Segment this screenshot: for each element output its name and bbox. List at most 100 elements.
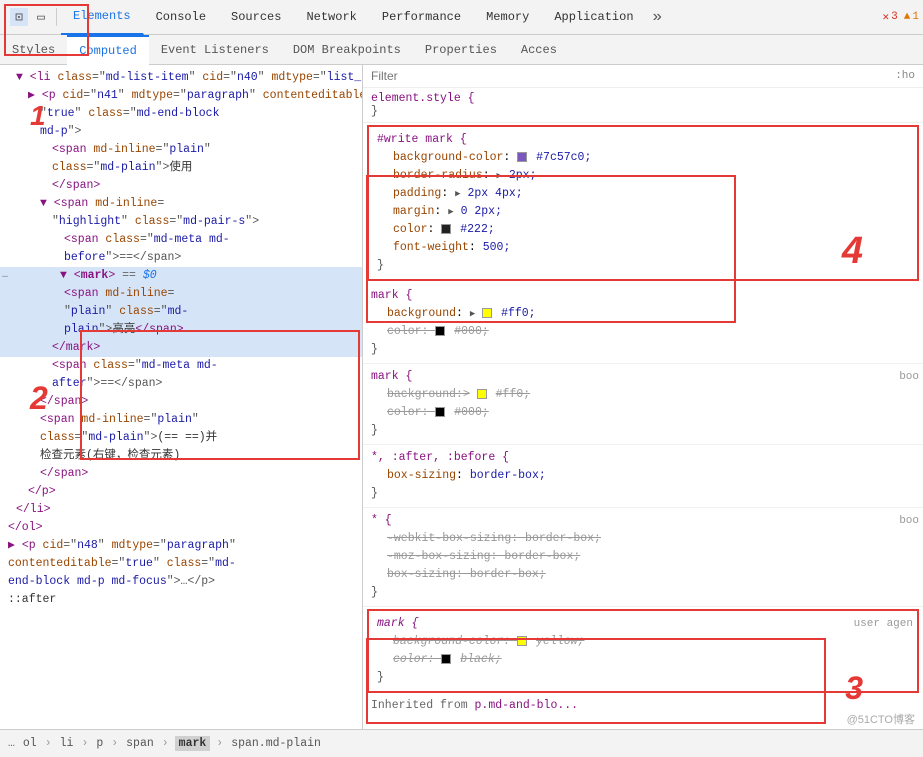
dom-line[interactable]: "plain" class="md- (0, 303, 362, 321)
breadcrumb-span[interactable]: span (124, 737, 156, 750)
dom-line[interactable]: ▼ <span md-inline= (0, 195, 362, 213)
element-style-block: element.style { } (363, 88, 923, 123)
tab-sources[interactable]: Sources (219, 0, 294, 35)
subtabs: Styles Computed Event Listeners DOM Brea… (0, 35, 923, 65)
triangle-padding[interactable]: ▶ (455, 185, 460, 203)
dom-line[interactable]: class="md-plain">(== ==)并 (0, 429, 362, 447)
dom-line[interactable]: 检查元素(右键，检查元素) (0, 447, 362, 465)
watermark: @51CTO博客 (847, 711, 915, 727)
tag-li-open: ▼ <li (16, 71, 51, 84)
color-swatch-black[interactable] (435, 326, 445, 336)
css-rule-close: } (371, 584, 915, 602)
tab-elements[interactable]: Elements (61, 0, 144, 35)
source-label-boo2: boo (899, 512, 919, 530)
css-webkit: -webkit-box-sizing: border-box; (371, 530, 915, 548)
subtab-properties[interactable]: Properties (413, 35, 509, 65)
subtab-accessibility[interactable]: Acces (509, 35, 569, 65)
breadcrumb-p[interactable]: p (94, 737, 105, 750)
warning-badge[interactable]: ▲ 1 (904, 11, 919, 23)
css-property-margin: margin: ▶ 0 2px; (377, 203, 909, 221)
dom-line[interactable]: "highlight" class="md-pair-s"> (0, 213, 362, 231)
cursor-icon[interactable]: ⊡ (10, 8, 28, 26)
breadcrumb-span-md-plain[interactable]: span.md-plain (229, 737, 323, 750)
dom-line[interactable]: "true" class="md-end-block (0, 105, 362, 123)
css-property-color: color: #222; (377, 221, 909, 239)
source-label-useragent: user agen (854, 615, 913, 633)
dom-line[interactable]: plain">高亮</span> (0, 321, 362, 339)
tab-application[interactable]: Application (542, 0, 646, 35)
triangle-bg[interactable]: ▶ (470, 305, 475, 323)
dom-line[interactable]: <span md-inline="plain" (0, 141, 362, 159)
dom-line[interactable]: md-p"> (0, 123, 362, 141)
dom-line-after[interactable]: ::after (0, 591, 362, 609)
css-rule-selector: mark { user agen (377, 615, 909, 633)
subtab-styles[interactable]: Styles (0, 35, 67, 65)
dom-tree: ▼ <li class="md-list-item" cid="n40" mdt… (0, 69, 362, 609)
css-rule-mark-useragent: mark { user agen background-color: yello… (367, 609, 919, 693)
dom-line[interactable]: class="md-plain">使用 (0, 159, 362, 177)
dom-line[interactable]: </span> (0, 393, 362, 411)
breadcrumb-mark[interactable]: mark (175, 736, 211, 751)
dom-line-mark-close[interactable]: </mark> (0, 339, 362, 357)
dom-line[interactable]: ▶ <p cid="n41" mdtype="paragraph" conten… (0, 87, 362, 105)
error-badge[interactable]: ✕ 3 (883, 10, 898, 24)
css-property-border-radius: border-radius: ▶ 2px; (377, 167, 909, 185)
dom-line[interactable]: ▶ <p cid="n48" mdtype="paragraph" (0, 537, 362, 555)
color-swatch-purple[interactable] (517, 152, 527, 162)
styles-panel[interactable]: :ho element.style { } #write mark { back… (363, 65, 923, 729)
dom-dollar0: $0 (143, 269, 157, 282)
dom-line[interactable]: ▼ <li class="md-list-item" cid="n40" mdt… (0, 69, 362, 87)
dom-line[interactable]: </span> (0, 177, 362, 195)
dom-line-mark[interactable]: … ▼ <mark> == $0 (0, 267, 362, 285)
filter-input[interactable] (371, 69, 551, 83)
dom-line[interactable]: <span md-inline= (0, 285, 362, 303)
color-swatch-yellow2[interactable] (477, 389, 487, 399)
color-swatch-black3[interactable] (441, 654, 451, 664)
dom-line[interactable]: </p> (0, 483, 362, 501)
css-moz: -moz-box-sizing: border-box; (371, 548, 915, 566)
more-tabs-button[interactable]: » (647, 8, 669, 26)
main-split: ▼ <li class="md-list-item" cid="n40" mdt… (0, 65, 923, 729)
color-swatch-yellow3[interactable] (517, 636, 527, 646)
breadcrumb-ol[interactable]: ol (21, 737, 39, 750)
dom-ellipsis: … (2, 268, 8, 284)
css-rule-selector: *, :after, :before { (371, 449, 915, 467)
css-property-padding: padding: ▶ 2px 4px; (377, 185, 909, 203)
subtab-event-listeners[interactable]: Event Listeners (149, 35, 281, 65)
dom-equals: == (122, 269, 143, 282)
dom-panel[interactable]: ▼ <li class="md-list-item" cid="n40" mdt… (0, 65, 363, 729)
breadcrumb-li[interactable]: li (58, 737, 76, 750)
dom-line[interactable]: <span md-inline="plain" (0, 411, 362, 429)
dom-line[interactable]: <span class="md-meta md- (0, 357, 362, 375)
dom-line[interactable]: <span class="md-meta md- (0, 231, 362, 249)
device-icon[interactable]: ▭ (32, 8, 50, 26)
color-swatch-dark[interactable] (441, 224, 451, 234)
filter-bar: :ho (363, 65, 923, 88)
dom-line[interactable]: before">==</span> (0, 249, 362, 267)
triangle-margin[interactable]: ▶ (448, 203, 453, 221)
triangle-border-radius[interactable]: ▶ (497, 167, 502, 185)
tab-memory[interactable]: Memory (474, 0, 542, 35)
element-style-selector: element.style { (371, 92, 475, 105)
tab-console[interactable]: Console (144, 0, 219, 35)
css-property-bg: background: ▶ #ff0; (371, 305, 915, 323)
tab-performance[interactable]: Performance (370, 0, 474, 35)
css-rule-universal-2: * { boo -webkit-box-sizing: border-box; … (363, 508, 923, 607)
subtab-dom-breakpoints[interactable]: DOM Breakpoints (281, 35, 413, 65)
dom-line[interactable]: contenteditable="true" class="md- (0, 555, 362, 573)
dom-line[interactable]: end-block md-p md-focus">…</p> (0, 573, 362, 591)
color-swatch-yellow[interactable] (482, 308, 492, 318)
dom-line[interactable]: </span> (0, 465, 362, 483)
dom-line[interactable]: </ol> (0, 519, 362, 537)
subtab-computed[interactable]: Computed (67, 35, 149, 65)
css-property-box-sizing: box-sizing: border-box; (371, 467, 915, 485)
dom-line[interactable]: </li> (0, 501, 362, 519)
bottom-bar: … ol › li › p › span › mark › span.md-pl… (0, 729, 923, 757)
css-property-color-italic: color: black; (377, 651, 909, 669)
filter-hint: :ho (895, 70, 915, 82)
warning-icon: ▲ (904, 11, 911, 23)
color-swatch-black2[interactable] (435, 407, 445, 417)
dom-line[interactable]: after">==</span> (0, 375, 362, 393)
css-rule-close: } (377, 257, 909, 275)
tab-network[interactable]: Network (294, 0, 369, 35)
